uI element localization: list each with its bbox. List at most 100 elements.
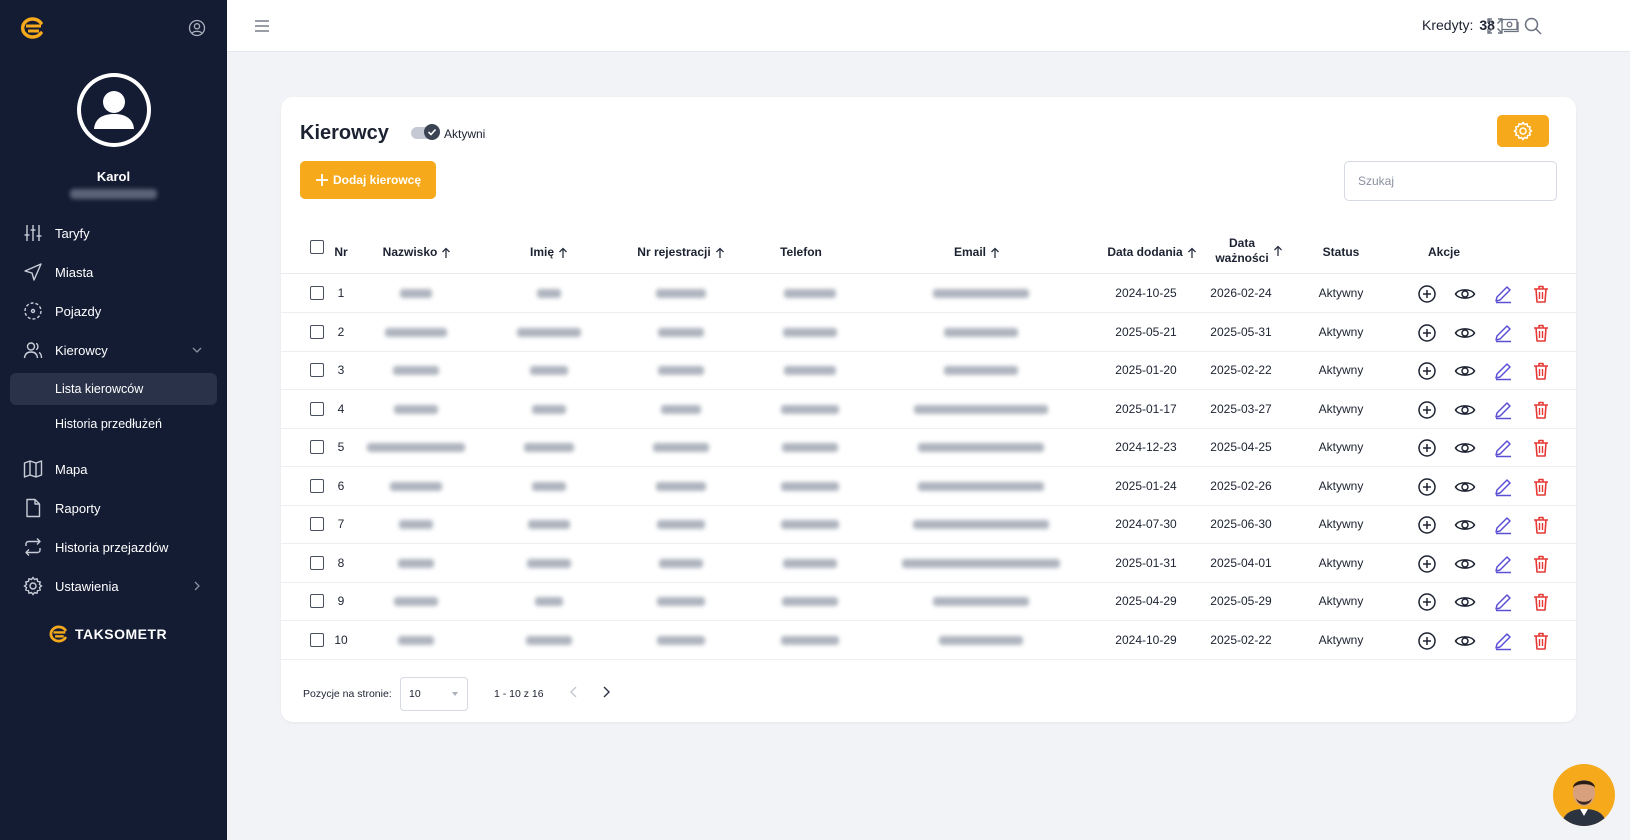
row-checkbox[interactable] bbox=[310, 286, 324, 300]
extend-button[interactable] bbox=[1416, 322, 1438, 344]
sidebar-item-taryfy[interactable]: Taryfy bbox=[0, 215, 227, 251]
edit-button[interactable] bbox=[1492, 514, 1514, 536]
next-page-icon[interactable] bbox=[599, 685, 613, 699]
sidebar-item-miasta[interactable]: Miasta bbox=[0, 254, 227, 290]
table-settings-button[interactable] bbox=[1497, 115, 1549, 147]
edit-button[interactable] bbox=[1492, 360, 1514, 382]
view-button[interactable] bbox=[1454, 553, 1476, 575]
cell-telefon-redacted bbox=[782, 443, 838, 452]
sidebar-item-ustawienia[interactable]: Ustawienia bbox=[0, 568, 227, 604]
column-nr-rejestracji[interactable]: Nr rejestracji bbox=[616, 245, 746, 260]
view-button[interactable] bbox=[1454, 322, 1476, 344]
row-checkbox[interactable] bbox=[310, 324, 324, 339]
search-icon[interactable] bbox=[1524, 17, 1542, 35]
add-driver-button[interactable]: Dodaj kierowcę bbox=[300, 161, 436, 199]
row-checkbox[interactable] bbox=[310, 401, 324, 416]
support-chat-avatar[interactable] bbox=[1553, 764, 1615, 826]
sidebar-item-historia-przejazdow[interactable]: Historia przejazdów bbox=[0, 529, 227, 565]
edit-button[interactable] bbox=[1492, 591, 1514, 613]
view-button[interactable] bbox=[1454, 437, 1476, 459]
extend-button[interactable] bbox=[1416, 591, 1438, 613]
delete-button[interactable] bbox=[1530, 437, 1552, 459]
user-circle-icon[interactable] bbox=[188, 19, 206, 37]
delete-button[interactable] bbox=[1530, 591, 1552, 613]
prev-page-icon[interactable] bbox=[567, 685, 581, 699]
column-imie[interactable]: Imię bbox=[509, 245, 589, 260]
cell-nr-rejestracji-redacted bbox=[657, 597, 705, 606]
edit-button[interactable] bbox=[1492, 476, 1514, 498]
view-button[interactable] bbox=[1454, 630, 1476, 652]
view-button[interactable] bbox=[1454, 283, 1476, 305]
cell-status: Aktywny bbox=[1318, 594, 1364, 608]
view-button[interactable] bbox=[1454, 476, 1476, 498]
extend-button[interactable] bbox=[1416, 399, 1438, 421]
cell-data-waznosci: 2025-04-01 bbox=[1210, 555, 1272, 570]
cell-imie-redacted bbox=[532, 404, 566, 414]
cell-imie-redacted bbox=[526, 635, 572, 645]
column-data-dodania[interactable]: Data dodania bbox=[1087, 245, 1217, 260]
row-checkbox[interactable] bbox=[310, 478, 324, 493]
plus-circle-icon bbox=[1418, 362, 1436, 380]
extend-button[interactable] bbox=[1416, 514, 1438, 536]
delete-button[interactable] bbox=[1530, 476, 1552, 498]
row-checkbox[interactable] bbox=[310, 440, 324, 454]
row-checkbox[interactable] bbox=[310, 594, 324, 608]
select-all-checkbox[interactable] bbox=[310, 240, 324, 254]
row-checkbox[interactable] bbox=[310, 555, 324, 570]
cell-nr-rejestracji-redacted bbox=[657, 635, 705, 645]
extend-button[interactable] bbox=[1416, 437, 1438, 459]
extend-button[interactable] bbox=[1416, 476, 1438, 498]
cell-imie-redacted bbox=[532, 481, 566, 491]
edit-button[interactable] bbox=[1492, 553, 1514, 575]
extend-button[interactable] bbox=[1416, 360, 1438, 382]
view-button[interactable] bbox=[1454, 591, 1476, 613]
row-checkbox[interactable] bbox=[310, 517, 324, 531]
column-nazwisko[interactable]: Nazwisko bbox=[367, 245, 467, 260]
delete-button[interactable] bbox=[1530, 514, 1552, 536]
app-logo-icon[interactable] bbox=[19, 17, 47, 39]
edit-button[interactable] bbox=[1492, 437, 1514, 459]
sidebar-item-raporty[interactable]: Raporty bbox=[0, 490, 227, 526]
row-checkbox[interactable] bbox=[310, 363, 324, 377]
edit-button[interactable] bbox=[1492, 399, 1514, 421]
column-email[interactable]: Email bbox=[932, 245, 1022, 260]
per-page-select[interactable]: 10 bbox=[400, 677, 468, 711]
pencil-icon bbox=[1495, 363, 1511, 381]
table-row: 7 2024-07-30 2025-06-30 Aktywny bbox=[281, 505, 1576, 544]
delete-button[interactable] bbox=[1530, 630, 1552, 652]
support-person-icon bbox=[1561, 780, 1607, 826]
sidebar-item-mapa[interactable]: Mapa bbox=[0, 451, 227, 487]
edit-button[interactable] bbox=[1492, 283, 1514, 305]
view-button[interactable] bbox=[1454, 399, 1476, 421]
delete-button[interactable] bbox=[1530, 399, 1552, 421]
search-input[interactable] bbox=[1344, 161, 1557, 201]
edit-button[interactable] bbox=[1492, 322, 1514, 344]
delete-button[interactable] bbox=[1530, 360, 1552, 382]
extend-button[interactable] bbox=[1416, 630, 1438, 652]
delete-button[interactable] bbox=[1530, 283, 1552, 305]
menu-icon[interactable] bbox=[254, 19, 270, 33]
cell-status: Aktywny bbox=[1318, 363, 1364, 377]
plus-circle-icon bbox=[1418, 554, 1436, 573]
edit-button[interactable] bbox=[1492, 630, 1514, 652]
delete-button[interactable] bbox=[1530, 322, 1552, 344]
submenu-historia-przedluzen[interactable]: Historia przedłużeń bbox=[10, 408, 217, 440]
submenu-lista-kierowcow[interactable]: Lista kierowców bbox=[10, 373, 217, 405]
eye-icon bbox=[1454, 327, 1476, 338]
cell-nr-rejestracji-redacted bbox=[661, 404, 701, 414]
view-button[interactable] bbox=[1454, 360, 1476, 382]
extend-button[interactable] bbox=[1416, 283, 1438, 305]
sidebar-item-label: Miasta bbox=[55, 264, 94, 280]
fullscreen-icon[interactable] bbox=[1486, 17, 1504, 35]
cell-status: Aktywny bbox=[1318, 632, 1364, 647]
sidebar-item-kierowcy[interactable]: Kierowcy bbox=[0, 332, 227, 368]
plus-circle-icon bbox=[1418, 631, 1436, 650]
column-data-waznosci[interactable]: Data ważności bbox=[1199, 236, 1299, 266]
brand-name: TAKSOMETR bbox=[75, 626, 168, 642]
row-checkbox[interactable] bbox=[310, 632, 324, 647]
extend-button[interactable] bbox=[1416, 553, 1438, 575]
sidebar-item-pojazdy[interactable]: Pojazdy bbox=[0, 293, 227, 329]
active-toggle[interactable] bbox=[424, 124, 440, 140]
delete-button[interactable] bbox=[1530, 553, 1552, 575]
view-button[interactable] bbox=[1454, 514, 1476, 536]
